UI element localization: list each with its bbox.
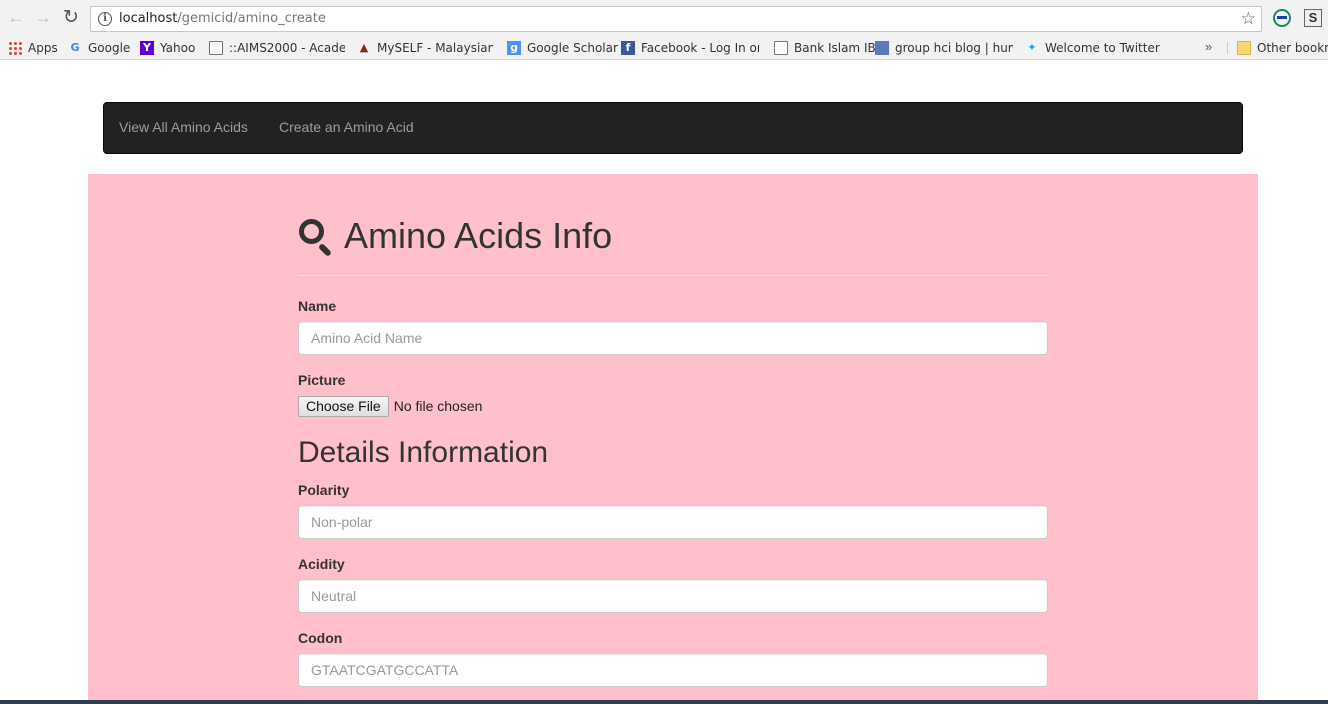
blog-icon (875, 41, 889, 55)
bookmark-label: Facebook - Log In or S (641, 41, 759, 55)
bookmark-label: group hci blog | huma (895, 41, 1013, 55)
bookmark-google-scholar[interactable]: g Google Scholar (507, 39, 618, 57)
extension-icon[interactable] (1273, 9, 1291, 27)
acidity-label: Acidity (298, 556, 345, 572)
facebook-icon: f (621, 41, 635, 55)
bookmark-label: Bank Islam IB (794, 41, 876, 55)
title-divider (298, 275, 1048, 276)
bookmark-google[interactable]: G Google (68, 39, 130, 57)
folder-icon (1237, 41, 1251, 55)
yahoo-icon: Y (140, 41, 154, 55)
picture-label: Picture (298, 372, 346, 388)
bookmark-myself[interactable]: ▲ MySELF - Malaysian S (357, 39, 493, 57)
choose-file-button[interactable]: Choose File (298, 395, 389, 417)
bookmark-label: Apps (28, 41, 58, 55)
back-icon[interactable]: ← (6, 8, 26, 28)
bookmark-hci-blog[interactable]: group hci blog | huma (875, 39, 1013, 57)
name-input[interactable] (298, 321, 1048, 355)
site-navbar: View All Amino Acids Create an Amino Aci… (103, 102, 1243, 154)
url-host: localhost (119, 11, 178, 26)
bookmark-label: Google (88, 41, 131, 55)
extension-s-icon[interactable]: S (1304, 9, 1322, 27)
content-panel (88, 174, 1258, 704)
browser-toolbar: ← → ↻ i localhost/gemicid/amino_create ☆… (0, 0, 1328, 36)
codon-input[interactable] (298, 653, 1048, 687)
bookmark-facebook[interactable]: f Facebook - Log In or S (621, 39, 759, 57)
details-heading: Details Information (298, 436, 549, 469)
page-icon (774, 41, 788, 55)
bookmark-star-icon[interactable]: ☆ (1241, 9, 1256, 29)
polarity-label: Polarity (298, 482, 350, 498)
acidity-input[interactable] (298, 579, 1048, 613)
bookmark-label: ::AIMS2000 - Academ (229, 41, 345, 55)
forward-icon[interactable]: → (33, 8, 53, 28)
bookmark-label: MySELF - Malaysian S (377, 41, 493, 55)
file-status-text: No file chosen (393, 398, 483, 414)
bookmark-label: Other bookm (1257, 41, 1328, 55)
nav-view-all-amino-acids[interactable]: View All Amino Acids (119, 119, 248, 135)
codon-label: Codon (298, 630, 343, 646)
address-url[interactable]: localhost/gemicid/amino_create (119, 11, 326, 26)
google-scholar-icon: g (507, 41, 521, 55)
bookmark-label: Google Scholar (527, 41, 618, 55)
page-title-text: Amino Acids Info (344, 215, 613, 256)
bookmark-aims2000[interactable]: ::AIMS2000 - Academ (209, 39, 345, 57)
bookmark-label: Yahoo (160, 41, 196, 55)
bookmark-apps[interactable]: Apps (8, 39, 58, 57)
bookmark-bank-islam[interactable]: Bank Islam IB (774, 39, 876, 57)
bookmark-divider (1227, 42, 1228, 54)
nav-create-amino-acid[interactable]: Create an Amino Acid (279, 119, 414, 135)
url-path: /gemicid/amino_create (177, 11, 326, 26)
bookmark-label: Welcome to Twitter - (1045, 41, 1163, 55)
info-icon[interactable]: i (98, 12, 112, 26)
bookmark-yahoo[interactable]: Y Yahoo (140, 39, 195, 57)
address-bar[interactable]: i localhost/gemicid/amino_create ☆ (90, 6, 1262, 32)
page-icon (209, 41, 223, 55)
apps-icon (8, 41, 22, 55)
bookmark-twitter[interactable]: ✦ Welcome to Twitter - (1025, 39, 1163, 57)
more-bookmarks-icon[interactable]: » (1205, 39, 1212, 54)
page-title: Amino Acids Info (298, 212, 612, 260)
bookmark-other[interactable]: Other bookm (1237, 39, 1328, 57)
name-label: Name (298, 298, 337, 314)
reload-icon[interactable]: ↻ (61, 8, 81, 28)
myself-icon: ▲ (359, 41, 369, 54)
picture-file-input: Choose File No file chosen (298, 395, 482, 417)
bookmarks-bar: Apps GGoogle YYahoo ::AIMS2000 - Academ … (0, 36, 1328, 60)
google-icon: G (70, 41, 80, 54)
os-taskbar (0, 700, 1328, 704)
polarity-input[interactable] (298, 505, 1048, 539)
twitter-icon: ✦ (1027, 41, 1037, 54)
search-icon (298, 218, 334, 258)
